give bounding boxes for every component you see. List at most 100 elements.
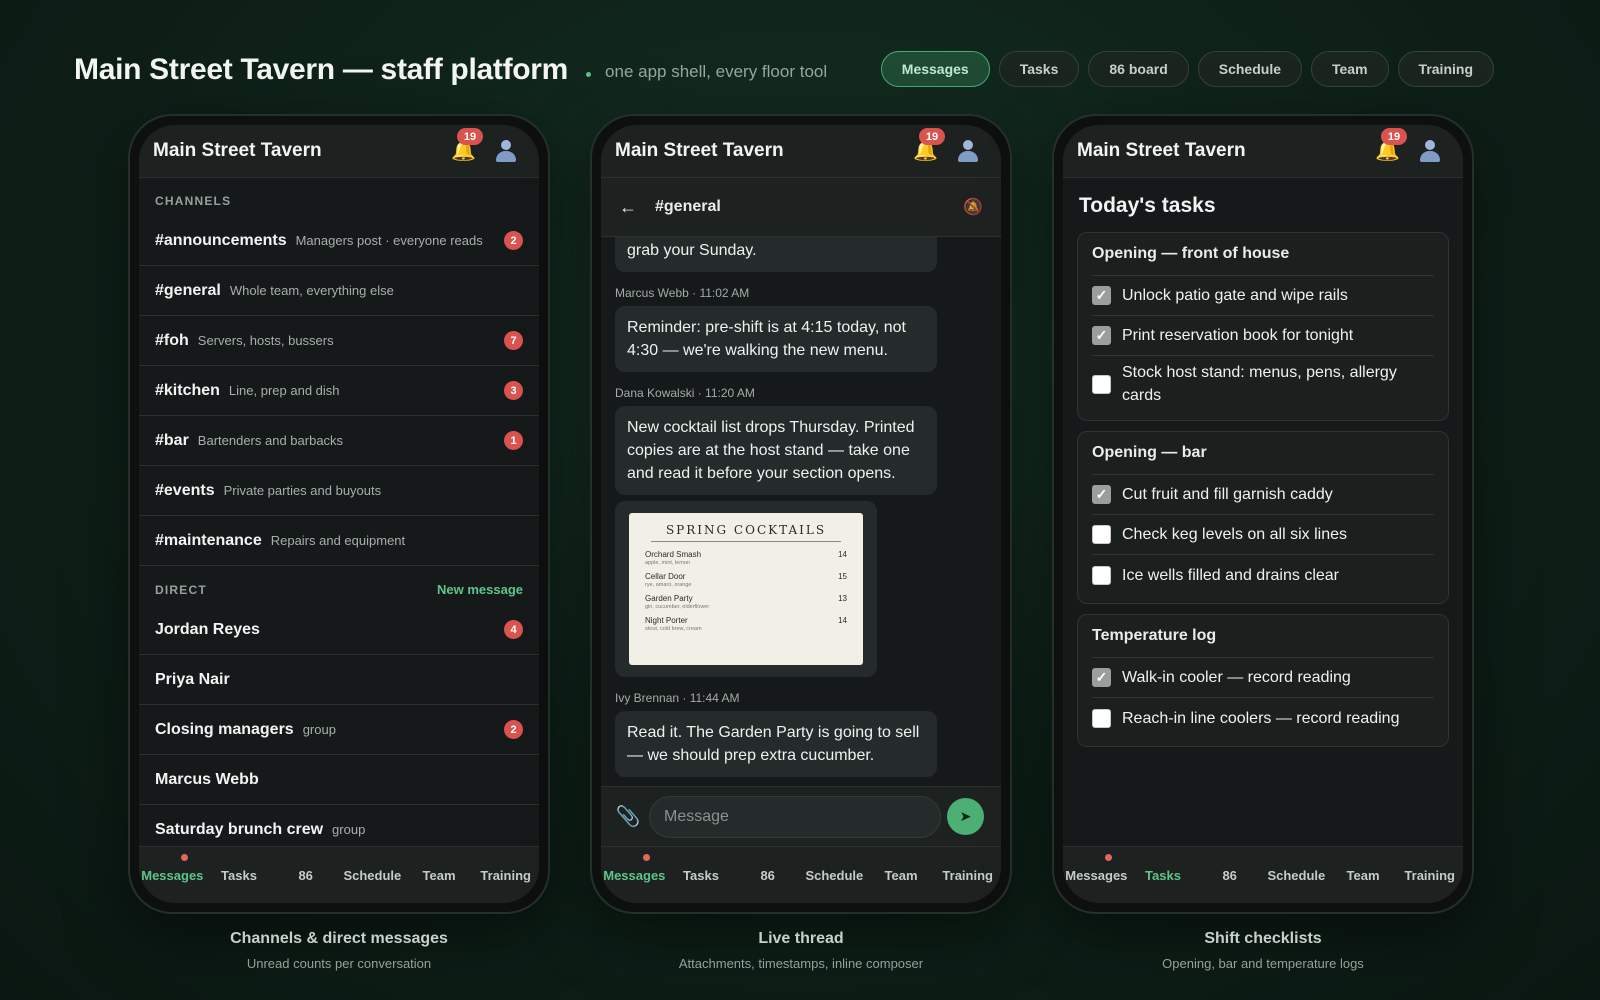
task-row[interactable]: Ice wells filled and drains clear <box>1092 555 1434 595</box>
tab-training[interactable]: Training <box>934 847 1001 903</box>
send-button[interactable]: ➤ <box>947 798 984 835</box>
direct-message-row[interactable]: Jordan Reyes 4 <box>139 605 539 655</box>
task-row[interactable]: ✓ Walk-in cooler — record reading <box>1092 658 1434 698</box>
menu-item: Cellar Door 15 rye, amaro, orange <box>645 572 847 588</box>
row-name: #maintenance <box>155 531 262 549</box>
user-icon[interactable] <box>955 138 981 164</box>
menu-item-price: 14 <box>838 550 847 559</box>
tab-label: Team <box>884 867 918 883</box>
nav-pill-training[interactable]: Training <box>1397 51 1494 87</box>
tab-schedule[interactable]: Schedule <box>801 847 868 903</box>
channel-row[interactable]: #events Private parties and buyouts <box>139 466 539 516</box>
tab-bar: Messages Tasks 86 Schedule Team Training <box>601 846 1001 903</box>
nav-pill-team[interactable]: Team <box>1311 51 1389 87</box>
task-checkbox[interactable] <box>1092 565 1111 585</box>
tab-training[interactable]: Training <box>472 847 539 903</box>
message-bubble: Reminder: pre-shift is at 4:15 today, no… <box>615 306 937 372</box>
tab-messages[interactable]: Messages <box>139 847 206 903</box>
tab-messages[interactable]: Messages <box>601 847 668 903</box>
task-checkbox[interactable]: ✓ <box>1092 668 1111 687</box>
message-input[interactable] <box>649 795 941 838</box>
back-arrow-icon[interactable]: ← <box>619 197 637 218</box>
tab-86[interactable]: 86 <box>1196 847 1263 903</box>
caption-tasks: Shift checklists Opening, bar and temper… <box>1052 930 1474 971</box>
row-description: Managers post · everyone reads <box>295 233 483 248</box>
tab-team[interactable]: Team <box>406 847 473 903</box>
phone-screen: Main Street Tavern 🔔 19 ← #general 🔕 gra… <box>601 125 1001 903</box>
notifications-button[interactable]: 🔔 19 <box>1375 128 1407 164</box>
channel-row[interactable]: #general Whole team, everything else <box>139 266 539 316</box>
user-icon[interactable] <box>493 138 519 164</box>
caption-thread: Live thread Attachments, timestamps, inl… <box>590 930 1012 971</box>
task-label: Unlock patio gate and wipe rails <box>1122 287 1348 304</box>
direct-message-row[interactable]: Closing managers group 2 <box>139 705 539 755</box>
tab-training[interactable]: Training <box>1396 847 1463 903</box>
task-row[interactable]: ✓ Unlock patio gate and wipe rails <box>1092 276 1434 316</box>
nav-pill-schedule[interactable]: Schedule <box>1197 51 1302 87</box>
tab-schedule[interactable]: Schedule <box>339 847 406 903</box>
row-name: Priya Nair <box>155 670 230 688</box>
paperclip-icon[interactable]: 📎 <box>613 804 643 829</box>
mute-bell-icon[interactable]: 🔕 <box>963 197 983 217</box>
row-description: Servers, hosts, bussers <box>197 333 334 348</box>
thread-channel-name: #general <box>655 198 721 215</box>
message-bubble: grab your Sunday. <box>615 237 937 272</box>
menu-items: Orchard Smash 14 apple, mint, lemon Cellar … <box>645 550 847 632</box>
channel-row[interactable]: #announcements Managers post · everyone r… <box>139 216 539 266</box>
task-checkbox[interactable]: ✓ <box>1092 326 1111 345</box>
menu-item: Orchard Smash 14 apple, mint, lemon <box>645 550 847 566</box>
task-checkbox[interactable]: ✓ <box>1092 286 1111 305</box>
task-checkbox[interactable] <box>1092 525 1111 544</box>
user-icon[interactable] <box>1417 138 1443 164</box>
task-checkbox[interactable] <box>1092 708 1111 728</box>
menu-item-name: Cellar Door <box>645 572 686 581</box>
tab-tasks[interactable]: Tasks <box>668 847 735 903</box>
menu-item: Garden Party 13 gin, cucumber, elderflower <box>645 594 847 610</box>
task-label: Check keg levels on all six lines <box>1122 526 1347 543</box>
channel-row[interactable]: #bar Bartenders and barbacks 1 <box>139 416 539 466</box>
menu-item-desc: apple, mint, lemon <box>645 560 690 566</box>
tab-86[interactable]: 86 <box>734 847 801 903</box>
message-meta: Marcus Webb · 11:02 AM <box>615 286 750 300</box>
channel-row[interactable]: #foh Servers, hosts, bussers 7 <box>139 316 539 366</box>
tab-86[interactable]: 86 <box>272 847 339 903</box>
tab-label: Team <box>422 867 456 883</box>
new-message-link[interactable]: New message <box>437 582 523 597</box>
tab-schedule[interactable]: Schedule <box>1263 847 1330 903</box>
task-row[interactable]: ✓ Cut fruit and fill garnish caddy <box>1092 475 1434 515</box>
tab-messages[interactable]: Messages <box>1063 847 1130 903</box>
feature-nav: Messages Tasks 86 board Schedule Team Trainin… <box>880 51 1494 87</box>
direct-message-row[interactable]: Marcus Webb <box>139 755 539 805</box>
page-subtitle: one app shell, every floor tool <box>605 62 828 81</box>
thread-header: ← #general 🔕 <box>601 178 1001 237</box>
caption-subtitle: Unread counts per conversation <box>246 956 432 971</box>
row-name: #events <box>155 481 215 499</box>
tab-label: Team <box>1346 867 1380 883</box>
nav-pill-messages[interactable]: Messages <box>880 51 990 87</box>
notifications-button[interactable]: 🔔 19 <box>451 128 483 164</box>
image-attachment[interactable]: SPRING COCKTAILS Orchard Smash 14 apple, m… <box>615 501 877 677</box>
task-row[interactable]: ✓ Print reservation book for tonight <box>1092 316 1434 356</box>
tab-team[interactable]: Team <box>1330 847 1397 903</box>
channel-row[interactable]: #kitchen Line, prep and dish 3 <box>139 366 539 416</box>
notifications-button[interactable]: 🔔 19 <box>913 128 945 164</box>
send-icon: ➤ <box>959 808 972 824</box>
row-name: Marcus Webb <box>155 770 259 788</box>
task-checkbox[interactable] <box>1092 374 1111 394</box>
task-row[interactable]: Stock host stand: menus, pens, allergy c… <box>1092 356 1434 412</box>
unread-count-badge: 1 <box>504 431 523 450</box>
caption-title: Live thread <box>758 930 844 947</box>
task-row[interactable]: Reach-in line coolers — record reading <box>1092 698 1434 738</box>
tab-team[interactable]: Team <box>868 847 935 903</box>
task-row[interactable]: Check keg levels on all six lines <box>1092 515 1434 555</box>
message-thread[interactable]: grab your Sunday. Marcus Webb · 11:02 AM… <box>601 237 1001 786</box>
notification-badge: 19 <box>1381 128 1407 145</box>
nav-pill-tasks[interactable]: Tasks <box>998 51 1080 87</box>
tab-tasks[interactable]: Tasks <box>1130 847 1197 903</box>
direct-message-row[interactable]: Priya Nair <box>139 655 539 705</box>
tab-tasks[interactable]: Tasks <box>206 847 273 903</box>
task-checkbox[interactable]: ✓ <box>1092 485 1111 504</box>
nav-pill-86-board[interactable]: 86 board <box>1088 51 1189 87</box>
phone-screen: Main Street Tavern 🔔 19 Today's tasks Op… <box>1063 125 1463 903</box>
channel-row[interactable]: #maintenance Repairs and equipment <box>139 516 539 566</box>
